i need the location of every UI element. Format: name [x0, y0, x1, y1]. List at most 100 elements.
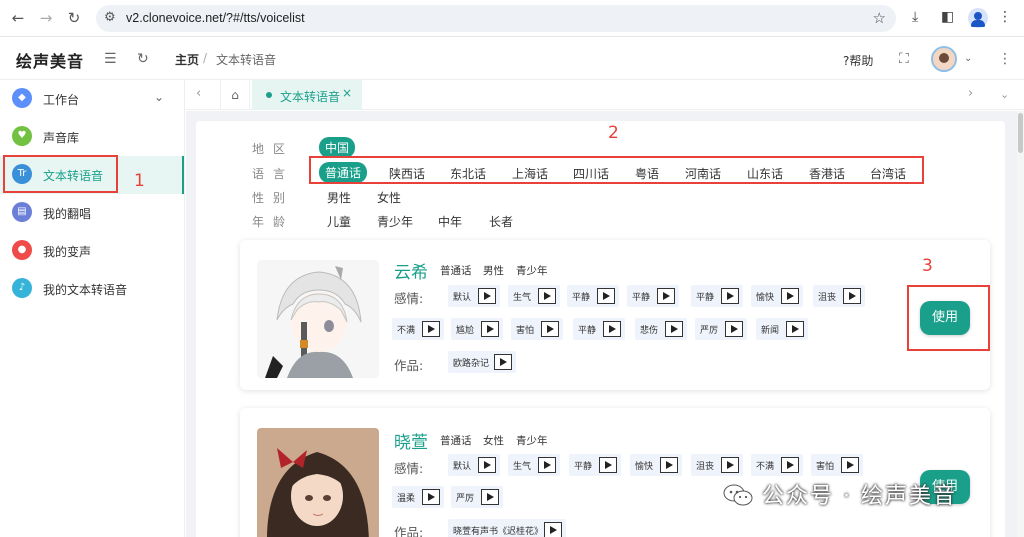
- sidebar-item-voice-library[interactable]: ♥ 声音库: [0, 118, 184, 156]
- works-chip[interactable]: 晓萱有声书《迟桂花》: [448, 519, 566, 537]
- emotion-chip[interactable]: 沮丧: [813, 285, 865, 307]
- chevron-down-icon[interactable]: ⌄: [964, 53, 972, 64]
- play-icon[interactable]: [660, 457, 678, 473]
- diamond-icon: ◆: [12, 88, 32, 108]
- voice-card: 云希 普通话 男性 青少年 感情: 默认 生气 平静 平静 平静 愉快 沮丧 不…: [240, 240, 990, 390]
- emotion-chip[interactable]: 不满: [751, 454, 803, 476]
- emotion-chip[interactable]: 默认: [448, 285, 500, 307]
- emotion-chip[interactable]: 愉快: [630, 454, 682, 476]
- tabs-right-arrow-icon[interactable]: ›: [968, 86, 973, 101]
- filter-age-option[interactable]: 中年: [438, 213, 462, 230]
- filter-age-option[interactable]: 儿童: [327, 213, 351, 230]
- emotion-chip[interactable]: 严厉: [451, 486, 503, 508]
- sidebar-item-my-voice-change[interactable]: ● 我的变声: [0, 232, 184, 270]
- play-icon[interactable]: [544, 522, 562, 537]
- tabs-dropdown-icon[interactable]: ⌄: [1000, 88, 1009, 101]
- emotion-chip[interactable]: 平静: [691, 285, 743, 307]
- emotion-chip[interactable]: 温柔: [392, 486, 444, 508]
- play-icon[interactable]: [481, 321, 499, 337]
- address-bar[interactable]: ⚙ v2.clonevoice.net/?#/tts/voicelist ☆: [96, 5, 896, 32]
- emotion-chip[interactable]: 悲伤: [635, 318, 687, 340]
- filter-label-age: 年龄: [252, 215, 295, 229]
- play-icon[interactable]: [494, 354, 512, 370]
- voice-name: 云希: [394, 263, 428, 283]
- more-icon[interactable]: ⋮: [998, 51, 1012, 67]
- play-icon[interactable]: [599, 457, 617, 473]
- play-icon[interactable]: [478, 457, 496, 473]
- play-icon[interactable]: [481, 489, 499, 505]
- play-icon[interactable]: [841, 457, 859, 473]
- works-chip[interactable]: 欧路杂记: [448, 351, 516, 373]
- play-icon[interactable]: [665, 321, 683, 337]
- play-icon[interactable]: [538, 288, 556, 304]
- help-button[interactable]: ?帮助: [843, 52, 873, 69]
- tab-tts[interactable]: 文本转语音 ×: [252, 80, 362, 110]
- breadcrumb-home[interactable]: 主页: [175, 51, 199, 68]
- play-icon[interactable]: [603, 321, 621, 337]
- emotion-chip[interactable]: 平静: [569, 454, 621, 476]
- breadcrumb-separator: /: [203, 51, 208, 65]
- voice-avatar-image: [257, 428, 379, 537]
- play-icon[interactable]: [781, 288, 799, 304]
- close-tab-icon[interactable]: ×: [342, 86, 352, 100]
- download-icon[interactable]: ⤓: [912, 9, 918, 25]
- tabs-left-arrow-icon[interactable]: ‹: [196, 86, 201, 101]
- play-icon[interactable]: [478, 288, 496, 304]
- play-icon[interactable]: [786, 321, 804, 337]
- sidebar-item-my-tts[interactable]: ♪ 我的文本转语音: [0, 270, 184, 308]
- kebab-menu-icon[interactable]: ⋮: [998, 9, 1012, 25]
- back-icon[interactable]: ←: [8, 8, 28, 28]
- emotion-chip[interactable]: 不满: [392, 318, 444, 340]
- play-icon[interactable]: [422, 489, 440, 505]
- filter-label-gender: 性别: [252, 191, 295, 205]
- sidebar-item-workbench[interactable]: ◆ 工作台 ⌄: [0, 80, 184, 118]
- emotion-chip[interactable]: 新闻: [756, 318, 808, 340]
- refresh-icon[interactable]: ↻: [137, 51, 149, 67]
- emotion-chip[interactable]: 平静: [567, 285, 619, 307]
- annotation-number: 1: [134, 171, 145, 191]
- play-icon[interactable]: [541, 321, 559, 337]
- filter-age-option[interactable]: 长者: [489, 213, 513, 230]
- emotion-chip[interactable]: 害怕: [511, 318, 563, 340]
- play-icon[interactable]: [422, 321, 440, 337]
- play-icon[interactable]: [597, 288, 615, 304]
- filter-region-china[interactable]: 中国: [319, 137, 356, 158]
- sidebar-item-my-covers[interactable]: ▤ 我的翻唱: [0, 194, 184, 232]
- profile-icon[interactable]: [968, 8, 988, 28]
- active-dot: [266, 92, 272, 98]
- emotion-chip[interactable]: 生气: [508, 285, 560, 307]
- emotion-chip[interactable]: 愉快: [751, 285, 803, 307]
- scrollbar[interactable]: [1017, 111, 1024, 537]
- forward-icon[interactable]: →: [36, 8, 56, 28]
- reload-icon[interactable]: ↻: [64, 8, 84, 28]
- emotion-chip[interactable]: 严厉: [695, 318, 747, 340]
- emotion-chip[interactable]: 害怕: [811, 454, 863, 476]
- emotion-chip[interactable]: 平静: [627, 285, 679, 307]
- emotion-chip[interactable]: 默认: [448, 454, 500, 476]
- home-tab-icon[interactable]: ⌂: [220, 80, 250, 110]
- play-icon[interactable]: [721, 457, 739, 473]
- filter-gender-male[interactable]: 男性: [327, 189, 351, 206]
- play-icon[interactable]: [657, 288, 675, 304]
- user-avatar[interactable]: [931, 46, 957, 72]
- bookmark-star-icon[interactable]: ☆: [873, 9, 886, 27]
- works-label: 作品:: [394, 525, 424, 537]
- filter-age-option[interactable]: 青少年: [377, 213, 413, 230]
- annotation-box-use: [907, 285, 990, 351]
- emotion-chip[interactable]: 平静: [573, 318, 625, 340]
- side-panel-icon[interactable]: ◧: [941, 9, 954, 25]
- play-icon[interactable]: [843, 288, 861, 304]
- breadcrumb-current: 文本转语音: [216, 53, 277, 67]
- emotion-chip[interactable]: 生气: [508, 454, 560, 476]
- play-icon[interactable]: [781, 457, 799, 473]
- fullscreen-icon[interactable]: ⛶: [899, 51, 909, 67]
- play-icon[interactable]: [538, 457, 556, 473]
- site-settings-icon[interactable]: ⚙: [104, 10, 116, 25]
- play-icon[interactable]: [725, 321, 743, 337]
- collapse-menu-icon[interactable]: ☰: [104, 51, 117, 67]
- emotion-chip[interactable]: 尴尬: [451, 318, 503, 340]
- emotion-chip[interactable]: 沮丧: [691, 454, 743, 476]
- filter-gender-female[interactable]: 女性: [377, 189, 401, 206]
- play-icon[interactable]: [721, 288, 739, 304]
- voice-card: 晓萱 普通话 女性 青少年 感情: 默认 生气 平静 愉快 沮丧 不满 害怕 温…: [240, 408, 990, 537]
